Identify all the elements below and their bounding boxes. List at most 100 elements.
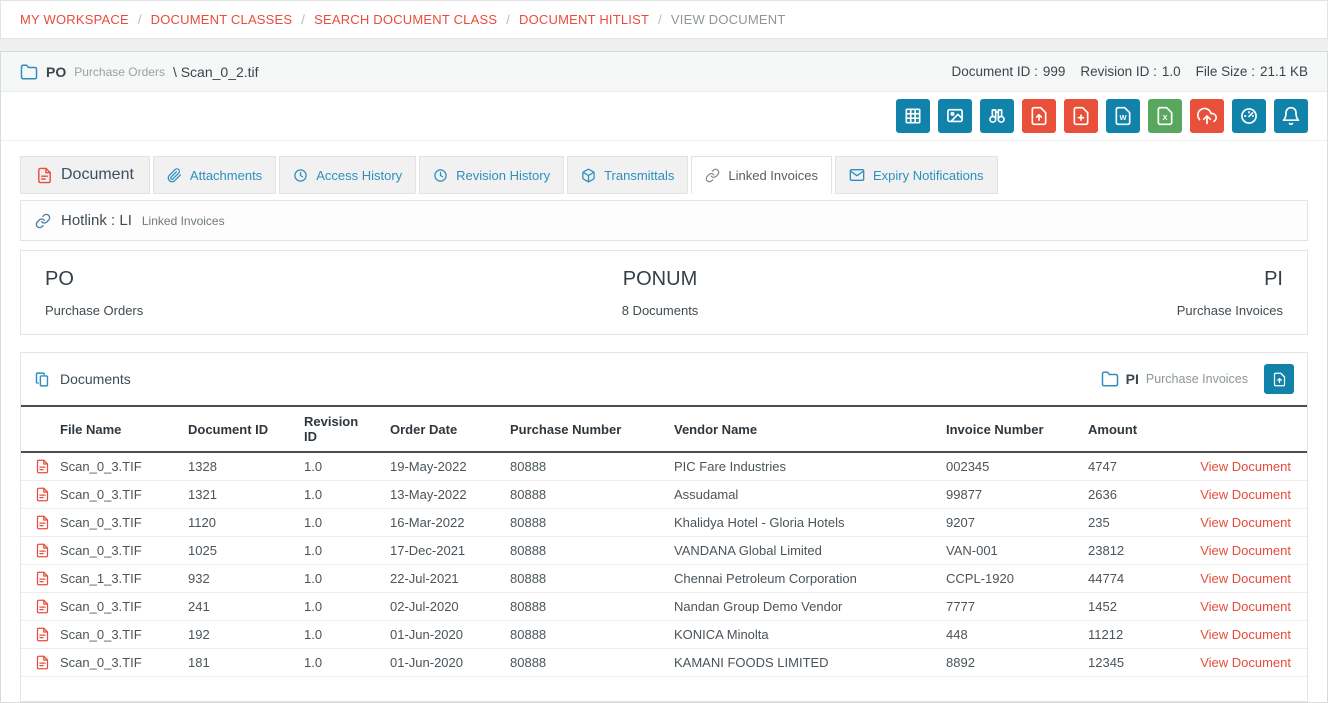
tab-label: Linked Invoices	[728, 168, 818, 183]
documents-section-title: Documents	[34, 371, 131, 388]
table-row: Scan_0_3.TIF13281.019-May-202280888PIC F…	[21, 452, 1307, 481]
word-document-button[interactable]: W	[1106, 99, 1140, 133]
notifications-button[interactable]	[1274, 99, 1308, 133]
view-document-link[interactable]: View Document	[1200, 487, 1291, 502]
document-tabs: Document Attachments Access History Revi…	[1, 141, 1327, 194]
breadcrumb: MY WORKSPACE / DOCUMENT CLASSES / SEARCH…	[0, 0, 1328, 39]
source-class: PO Purchase Orders	[45, 268, 143, 318]
cell-po: 80888	[502, 481, 666, 509]
tab-document[interactable]: Document	[20, 156, 150, 194]
target-class: PI Purchase Invoices	[1177, 268, 1283, 318]
column-header-order-date: Order Date	[382, 406, 502, 452]
tab-transmittals[interactable]: Transmittals	[567, 156, 688, 194]
cell-po: 80888	[502, 452, 666, 481]
cell-amount: 1452	[1080, 593, 1176, 621]
file-icon	[35, 627, 50, 642]
gauge-icon	[1239, 106, 1259, 126]
checkin-invoice-button[interactable]	[1264, 364, 1294, 394]
cell-file: Scan_1_3.TIF	[52, 565, 180, 593]
cloud-upload-icon	[1197, 106, 1217, 126]
document-id-value: 999	[1043, 64, 1066, 79]
column-header-amount: Amount	[1080, 406, 1176, 452]
column-header-document-id: Document ID	[180, 406, 296, 452]
image-view-button[interactable]	[938, 99, 972, 133]
svg-text:W: W	[1119, 113, 1127, 122]
cell-doc_id: 1328	[180, 452, 296, 481]
cell-rev: 1.0	[296, 452, 382, 481]
table-view-button[interactable]	[896, 99, 930, 133]
link-icon	[35, 213, 51, 229]
cell-invoice: VAN-001	[938, 537, 1080, 565]
linked-documents-table: File Name Document ID Revision ID Order …	[21, 405, 1307, 677]
cell-date: 01-Jun-2020	[382, 621, 502, 649]
document-file-name: \ Scan_0_2.tif	[173, 64, 259, 80]
breadcrumb-item-my-workspace[interactable]: MY WORKSPACE	[20, 12, 129, 27]
tab-access-history[interactable]: Access History	[279, 156, 416, 194]
cell-doc_id: 932	[180, 565, 296, 593]
cell-file: Scan_0_3.TIF	[52, 509, 180, 537]
target-class-name: Purchase Invoices	[1177, 303, 1283, 318]
cell-rev: 1.0	[296, 649, 382, 677]
cell-invoice: 9207	[938, 509, 1080, 537]
table-header-row: File Name Document ID Revision ID Order …	[21, 406, 1307, 452]
source-class-code: PO	[45, 268, 143, 291]
table-row: Scan_0_3.TIF10251.017-Dec-202180888VANDA…	[21, 537, 1307, 565]
cell-amount: 12345	[1080, 649, 1176, 677]
target-class-code: PI	[1177, 268, 1283, 291]
view-document-link[interactable]: View Document	[1200, 571, 1291, 586]
cell-vendor: Chennai Petroleum Corporation	[666, 565, 938, 593]
view-document-link[interactable]: View Document	[1200, 627, 1291, 642]
package-icon	[581, 168, 596, 183]
breadcrumb-separator: /	[138, 12, 142, 27]
images-icon	[945, 106, 965, 126]
revision-id-value: 1.0	[1162, 64, 1181, 79]
cell-rev: 1.0	[296, 481, 382, 509]
cloud-upload-button[interactable]	[1190, 99, 1224, 133]
tab-revision-history[interactable]: Revision History	[419, 156, 564, 194]
checkin-document-button[interactable]	[1022, 99, 1056, 133]
breadcrumb-item-search-document-class[interactable]: SEARCH DOCUMENT CLASS	[314, 12, 497, 27]
documents-table-body: Scan_0_3.TIF13281.019-May-202280888PIC F…	[21, 452, 1307, 677]
view-document-link[interactable]: View Document	[1200, 655, 1291, 670]
cell-file: Scan_0_3.TIF	[52, 649, 180, 677]
tab-label: Transmittals	[604, 168, 674, 183]
tab-expiry-notifications[interactable]: Expiry Notifications	[835, 156, 998, 194]
link-icon	[705, 168, 720, 183]
view-document-link[interactable]: View Document	[1200, 599, 1291, 614]
breadcrumb-item-document-hitlist[interactable]: DOCUMENT HITLIST	[519, 12, 649, 27]
cell-amount: 11212	[1080, 621, 1176, 649]
cell-rev: 1.0	[296, 509, 382, 537]
view-document-link[interactable]: View Document	[1200, 515, 1291, 530]
table-row: Scan_1_3.TIF9321.022-Jul-202180888Chenna…	[21, 565, 1307, 593]
hotlink-title: Hotlink : LI	[61, 212, 132, 229]
cell-file: Scan_0_3.TIF	[52, 621, 180, 649]
dashboard-button[interactable]	[1232, 99, 1266, 133]
cell-rev: 1.0	[296, 621, 382, 649]
column-header-purchase-number: Purchase Number	[502, 406, 666, 452]
cell-rev: 1.0	[296, 593, 382, 621]
add-document-button[interactable]	[1064, 99, 1098, 133]
breadcrumb-separator: /	[301, 12, 305, 27]
tab-label: Attachments	[190, 168, 262, 183]
tab-linked-invoices[interactable]: Linked Invoices	[691, 156, 832, 194]
document-class-code: PO	[46, 64, 66, 80]
tab-label: Expiry Notifications	[873, 168, 984, 183]
cell-amount: 44774	[1080, 565, 1176, 593]
bell-icon	[1281, 106, 1301, 126]
table-row: Scan_0_3.TIF13211.013-May-202280888Assud…	[21, 481, 1307, 509]
cell-vendor: PIC Fare Industries	[666, 452, 938, 481]
search-button[interactable]	[980, 99, 1014, 133]
view-document-link[interactable]: View Document	[1200, 543, 1291, 558]
tab-attachments[interactable]: Attachments	[153, 156, 276, 194]
excel-document-button[interactable]: X	[1148, 99, 1182, 133]
breadcrumb-item-document-classes[interactable]: DOCUMENT CLASSES	[151, 12, 293, 27]
cell-amount: 235	[1080, 509, 1176, 537]
link-field: PONUM 8 Documents	[622, 268, 699, 318]
paperclip-icon	[167, 168, 182, 183]
folder-icon	[1101, 370, 1119, 388]
clock-icon	[293, 168, 308, 183]
word-file-icon: W	[1113, 106, 1133, 126]
cell-rev: 1.0	[296, 565, 382, 593]
cell-doc_id: 1321	[180, 481, 296, 509]
view-document-link[interactable]: View Document	[1200, 459, 1291, 474]
